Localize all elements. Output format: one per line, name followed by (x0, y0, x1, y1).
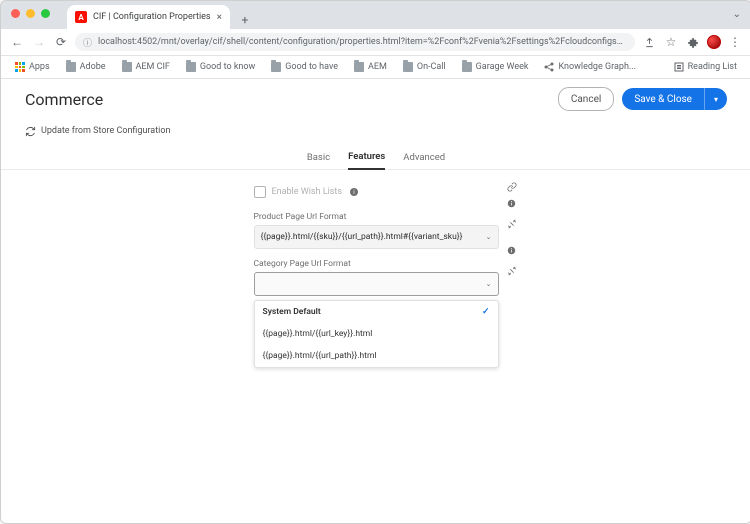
url-text: localhost:4502/mnt/overlay/cif/shell/con… (98, 37, 627, 47)
window-controls (11, 9, 50, 18)
save-button-group: Save & Close ▾ (622, 88, 727, 110)
checkmark-icon: ✓ (482, 307, 490, 317)
break-inherit-icon[interactable] (507, 219, 517, 229)
bookmark-folder-adobe[interactable]: Adobe (60, 60, 112, 74)
enable-wishlist-row: Enable Wish Lists i (254, 182, 499, 202)
tab-title: CIF | Configuration Properties (93, 12, 211, 22)
category-url-listbox: System Default ✓ {{page}}.html/{{url_key… (254, 300, 499, 368)
product-url-label: Product Page Url Format (254, 212, 499, 222)
page: Commerce Cancel Save & Close ▾ Update fr… (1, 79, 750, 523)
info-icon[interactable]: i (350, 188, 358, 196)
category-url-row: Category Page Url Format ⌄ (254, 259, 499, 296)
chevron-down-icon: ⌄ (486, 233, 492, 241)
reading-list[interactable]: Reading List (668, 60, 743, 74)
product-url-select[interactable]: {{page}}.html/{{sku}}/{{url_path}}.html#… (254, 225, 499, 249)
bookmark-folder-aemcif[interactable]: AEM CIF (116, 60, 176, 74)
folder-icon (271, 62, 281, 72)
category-url-select[interactable]: ⌄ (254, 272, 499, 296)
tab-overflow-icon[interactable]: ⌄ (733, 9, 741, 20)
share-icon[interactable] (641, 34, 657, 50)
enable-wishlist-label: Enable Wish Lists (272, 187, 343, 197)
inherit-link-icon[interactable] (507, 182, 517, 192)
graph-icon (544, 62, 554, 72)
enable-wishlist-checkbox[interactable] (254, 186, 266, 198)
extensions-icon[interactable] (685, 34, 701, 50)
bookmark-bar: Apps Adobe AEM CIF Good to know Good to … (1, 56, 750, 79)
extension-badge-icon[interactable] (707, 35, 721, 49)
bookmark-folder-goodtohave[interactable]: Good to have (265, 60, 344, 74)
update-from-store-link[interactable]: Update from Store Configuration (25, 126, 170, 137)
chevron-down-icon: ⌄ (486, 280, 492, 288)
form: Enable Wish Lists i Product Page Url For… (1, 170, 750, 523)
option-system-default[interactable]: System Default ✓ (255, 301, 498, 323)
option-url-key[interactable]: {{page}}.html/{{url_key}}.html (255, 323, 498, 345)
info-icon[interactable] (507, 245, 517, 255)
break-inherit-icon[interactable] (507, 266, 517, 276)
folder-icon (462, 62, 472, 72)
folder-icon (66, 62, 76, 72)
adobe-favicon-icon: A (75, 11, 87, 23)
category-url-label: Category Page Url Format (254, 259, 499, 269)
bookmark-link-knowledgegraph[interactable]: Knowledge Graph... (538, 60, 642, 74)
tab-list: Basic Features Advanced (1, 143, 750, 170)
bookmark-star-icon[interactable]: ☆ (663, 34, 679, 50)
window-close-icon[interactable] (11, 9, 20, 18)
folder-icon (354, 62, 364, 72)
folder-icon (403, 62, 413, 72)
chevron-down-icon: ▾ (714, 95, 718, 104)
page-toolbar: Update from Store Configuration (1, 119, 750, 143)
tab-basic[interactable]: Basic (307, 152, 330, 169)
browser-tabstrip: A CIF | Configuration Properties × + ⌄ (1, 1, 750, 29)
tab-features[interactable]: Features (348, 151, 385, 170)
tab-close-icon[interactable]: × (217, 12, 222, 23)
window-zoom-icon[interactable] (41, 9, 50, 18)
bookmark-folder-garage[interactable]: Garage Week (456, 60, 535, 74)
reading-list-icon (674, 62, 684, 72)
browser-window: A CIF | Configuration Properties × + ⌄ ←… (0, 0, 750, 524)
new-tab-button[interactable]: + (236, 11, 254, 29)
apps-icon (15, 62, 25, 72)
product-url-row: Product Page Url Format {{page}}.html/{{… (254, 212, 499, 249)
browser-toolbar: ← → ⟳ ⓘ localhost:4502/mnt/overlay/cif/s… (1, 29, 750, 56)
save-menu-button[interactable]: ▾ (704, 88, 727, 110)
cancel-button[interactable]: Cancel (558, 87, 614, 111)
bookmark-folder-aem[interactable]: AEM (348, 60, 393, 74)
browser-tab[interactable]: A CIF | Configuration Properties × (67, 5, 230, 29)
info-icon[interactable] (507, 198, 517, 208)
bookmark-apps[interactable]: Apps (9, 60, 56, 74)
bookmark-folder-goodtoknow[interactable]: Good to know (180, 60, 261, 74)
bookmark-folder-oncall[interactable]: On-Call (397, 60, 452, 74)
window-minimize-icon[interactable] (26, 9, 35, 18)
header-actions: Cancel Save & Close ▾ (558, 87, 727, 111)
nav-forward-icon[interactable]: → (31, 34, 47, 50)
sync-icon (25, 126, 36, 137)
option-url-path[interactable]: {{page}}.html/{{url_path}}.html (255, 345, 498, 367)
url-bar[interactable]: ⓘ localhost:4502/mnt/overlay/cif/shell/c… (75, 33, 635, 51)
page-title: Commerce (25, 90, 103, 109)
page-header: Commerce Cancel Save & Close ▾ (1, 79, 750, 119)
folder-icon (122, 62, 132, 72)
save-close-button[interactable]: Save & Close (622, 88, 704, 110)
reload-icon[interactable]: ⟳ (53, 34, 69, 50)
tab-panel: Basic Features Advanced Enable Wish List… (1, 143, 750, 523)
site-info-icon[interactable]: ⓘ (83, 36, 92, 49)
tab-advanced[interactable]: Advanced (403, 152, 445, 169)
nav-back-icon[interactable]: ← (9, 34, 25, 50)
browser-menu-icon[interactable]: ⋮ (727, 34, 743, 50)
folder-icon (186, 62, 196, 72)
